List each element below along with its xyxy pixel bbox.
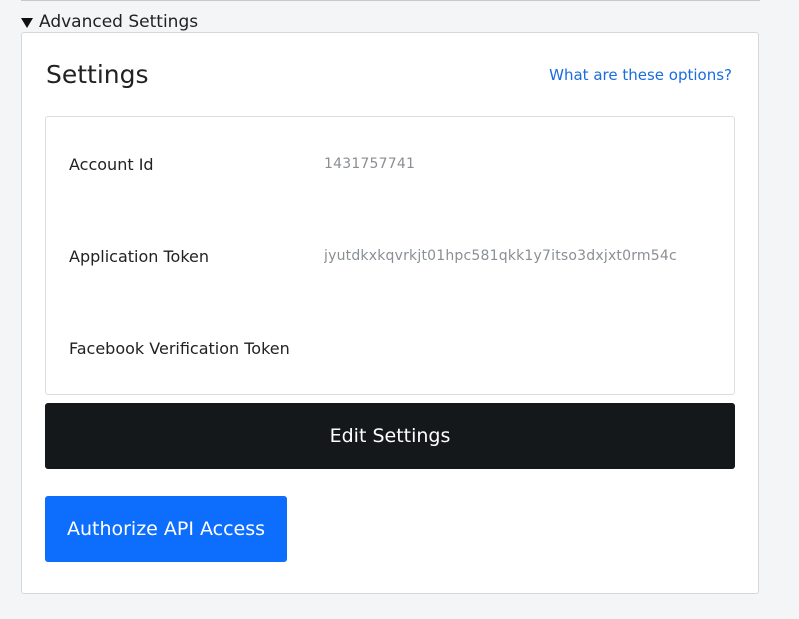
setting-value: jyutdkxkqvrkjt01hpc581qkk1y7itso3dxjxt0r…	[324, 248, 677, 264]
help-options-link[interactable]: What are these options?	[549, 65, 732, 85]
setting-row-application-token: Application Token jyutdkxkqvrkjt01hpc581…	[46, 244, 734, 268]
section-divider	[21, 0, 760, 1]
settings-panel: Settings What are these options? Account…	[21, 32, 759, 594]
authorize-api-access-button[interactable]: Authorize API Access	[45, 496, 287, 562]
page-title: Settings	[46, 60, 149, 89]
setting-value: 1431757741	[324, 156, 416, 172]
setting-label: Application Token	[69, 246, 210, 266]
advanced-settings-toggle[interactable]: Advanced Settings	[21, 11, 198, 33]
setting-row-account-id: Account Id 1431757741	[46, 152, 734, 176]
advanced-settings-label: Advanced Settings	[39, 12, 199, 32]
setting-label: Account Id	[69, 154, 154, 174]
edit-settings-button[interactable]: Edit Settings	[45, 403, 735, 469]
disclosure-triangle-icon	[21, 17, 33, 28]
setting-row-facebook-verification-token: Facebook Verification Token	[46, 336, 734, 360]
setting-label: Facebook Verification Token	[69, 338, 290, 358]
settings-list: Account Id 1431757741 Application Token …	[45, 116, 735, 395]
